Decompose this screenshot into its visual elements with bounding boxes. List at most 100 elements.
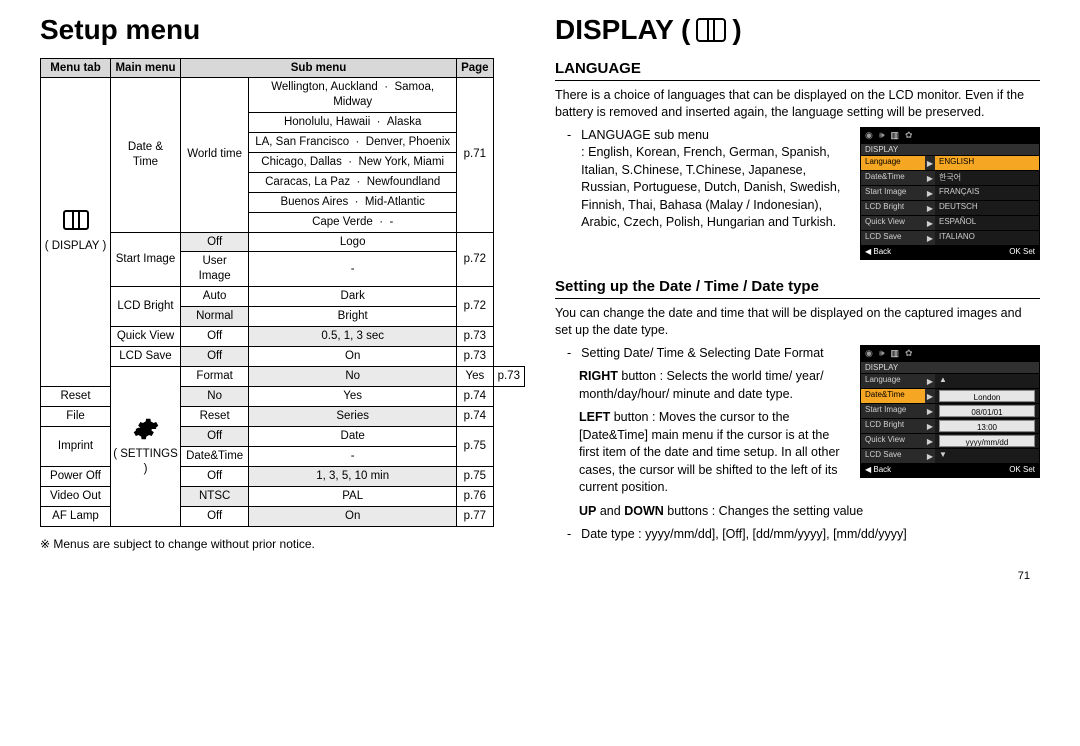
lcd-label: Start Image xyxy=(861,186,925,200)
sub-cell: Logo xyxy=(249,232,457,252)
th-main-menu: Main menu xyxy=(111,59,181,78)
lcd-label: LCD Save xyxy=(861,231,925,245)
th-sub-menu: Sub menu xyxy=(181,59,457,78)
page-start-image: p.72 xyxy=(457,232,494,287)
lcd-ok: OK Set xyxy=(1009,465,1035,474)
camera-icon: ◉ xyxy=(865,348,873,359)
sub-cell: Yes xyxy=(457,367,494,387)
lcd-label: Start Image xyxy=(861,404,925,418)
city-cell: Honolulu, Hawaii · Alaska xyxy=(249,112,457,132)
chevron-right-icon: ▶ xyxy=(925,171,935,185)
dt-bullet-left: LEFT button : Moves the cursor to the [D… xyxy=(579,409,852,497)
main-lcd-save: LCD Save xyxy=(111,347,181,367)
main-quick-view: Quick View xyxy=(111,327,181,347)
page-af-lamp: p.77 xyxy=(457,506,494,526)
lcd-value: ITALIANO xyxy=(935,231,1039,245)
right-column: DISPLAY ( ) LANGUAGE There is a choice o… xyxy=(555,14,1040,582)
lcd-label: Language xyxy=(861,374,925,388)
chevron-right-icon: ▶ xyxy=(925,231,935,245)
bullet-label: LANGUAGE sub menu xyxy=(581,128,709,142)
sub-cell: Series xyxy=(249,406,457,426)
lcd-title: DISPLAY xyxy=(861,362,1039,373)
lcd-value: London xyxy=(939,390,1035,402)
setup-menu-title: Setup menu xyxy=(40,14,525,46)
lcd-label: LCD Bright xyxy=(861,201,925,215)
page-root: Setup menu Menu tab Main menu Sub menu P… xyxy=(40,14,1040,582)
chevron-right-icon: ▶ xyxy=(925,186,935,200)
page-imprint: p.75 xyxy=(457,426,494,466)
th-menu-tab: Menu tab xyxy=(41,59,111,78)
sub-cell: No xyxy=(181,387,249,407)
sub-cell: Off xyxy=(181,426,249,446)
sub-cell: Dark xyxy=(249,287,457,307)
lcd-row: LCD Bright▶DEUTSCH xyxy=(861,200,1039,215)
sub-cell: NTSC xyxy=(181,486,249,506)
display-title: DISPLAY ( ) xyxy=(555,14,1040,46)
sub-cell: 0.5, 1, 3 sec xyxy=(249,327,457,347)
gear-icon: ✿ xyxy=(905,130,913,141)
lcd-top-icons: ◉ 🕪 ▥ ✿ xyxy=(861,128,1039,144)
sound-icon: 🕪 xyxy=(879,348,885,359)
page-format: p.73 xyxy=(493,367,524,387)
language-para: There is a choice of languages that can … xyxy=(555,87,1040,121)
sub-cell: Bright xyxy=(249,307,457,327)
lcd-value: yyyy/mm/dd xyxy=(939,435,1035,447)
lcd-back: ◀ Back xyxy=(865,247,891,256)
sub-cell: Off xyxy=(181,232,249,252)
camera-icon: ◉ xyxy=(865,130,873,141)
gear-icon xyxy=(133,416,159,442)
left-column: Setup menu Menu tab Main menu Sub menu P… xyxy=(40,14,525,582)
chevron-right-icon: ▶ xyxy=(925,419,935,433)
chevron-right-icon: ▶ xyxy=(925,156,935,170)
sound-icon: 🕪 xyxy=(879,130,885,141)
sub-cell: Normal xyxy=(181,307,249,327)
lcd-value: 한국어 xyxy=(935,171,1039,185)
page-number: 71 xyxy=(555,570,1040,582)
main-af-lamp: AF Lamp xyxy=(41,506,111,526)
lcd-top-icons: ◉ 🕪 ▥ ✿ xyxy=(861,346,1039,362)
display-icon xyxy=(63,210,89,230)
sub-cell: No xyxy=(249,367,457,387)
page-lcd-bright: p.72 xyxy=(457,287,494,327)
display-icon xyxy=(696,18,726,42)
page-lcd-save: p.73 xyxy=(457,347,494,367)
main-date-time: Date & Time xyxy=(111,78,181,233)
chevron-right-icon: ▶ xyxy=(925,389,935,403)
sub-cell: On xyxy=(249,347,457,367)
language-heading: LANGUAGE xyxy=(555,60,1040,81)
sub-cell: Auto xyxy=(181,287,249,307)
sub-cell: On xyxy=(249,506,457,526)
dt-bullet-datetype: - Date type : yyyy/mm/dd], [Off], [dd/mm… xyxy=(567,526,1040,544)
display-tab-cell: ( DISPLAY ) xyxy=(41,78,111,387)
lcd-row: Language▶ENGLISH xyxy=(861,155,1039,170)
gear-icon: ✿ xyxy=(905,348,913,359)
sub-cell: Date&Time xyxy=(181,446,249,466)
page-file: p.74 xyxy=(457,406,494,426)
main-file: File xyxy=(41,406,111,426)
sub-cell: Date xyxy=(249,426,457,446)
lcd-label: Date&Time xyxy=(861,171,925,185)
lcd-row: Quick View▶ yyyy/mm/dd xyxy=(861,433,1039,448)
sub-cell: - xyxy=(249,446,457,466)
display-icon: ▥ xyxy=(891,348,900,359)
sub-cell: Yes xyxy=(249,387,457,407)
lcd-row: Language▶▲ xyxy=(861,373,1039,388)
lcd-label: Quick View xyxy=(861,434,925,448)
lcd-label: LCD Bright xyxy=(861,419,925,433)
lcd-value: ESPAÑOL xyxy=(935,216,1039,230)
city-cell: Wellington, Auckland · Samoa, Midway xyxy=(249,78,457,113)
page-quick-view: p.73 xyxy=(457,327,494,347)
city-cell: LA, San Francisco · Denver, Phoenix xyxy=(249,132,457,152)
lcd-row: Date&Time▶한국어 xyxy=(861,170,1039,185)
page-reset: p.74 xyxy=(457,387,494,407)
chevron-right-icon: ▶ xyxy=(925,434,935,448)
setup-menu-table: Menu tab Main menu Sub menu Page ( DISPL… xyxy=(40,58,525,527)
display-icon: ▥ xyxy=(891,130,900,141)
lcd-value: ENGLISH xyxy=(935,156,1039,170)
sub-cell: PAL xyxy=(249,486,457,506)
lcd-label: LCD Save xyxy=(861,449,925,463)
datetime-heading: Setting up the Date / Time / Date type xyxy=(555,278,1040,299)
lcd-value: ▼ xyxy=(935,449,1039,463)
lcd-row: Quick View▶ESPAÑOL xyxy=(861,215,1039,230)
menus-note: ※ Menus are subject to change without pr… xyxy=(40,537,525,551)
